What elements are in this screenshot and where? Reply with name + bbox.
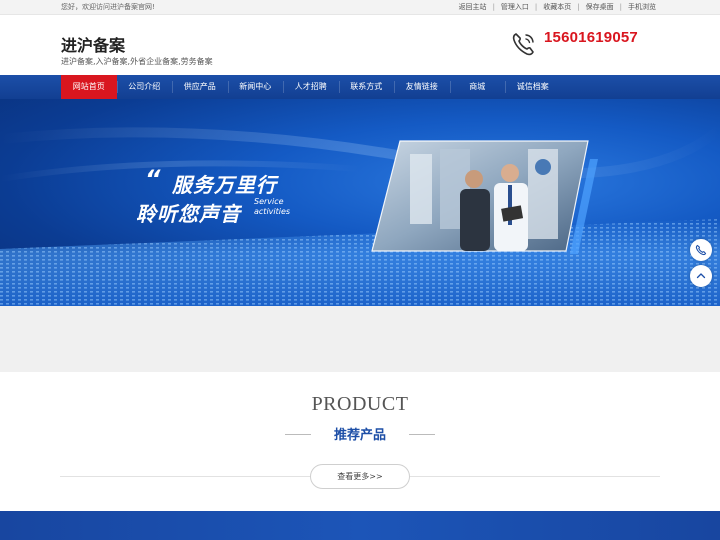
banner-background xyxy=(0,125,720,306)
top-link-separator: | xyxy=(619,3,622,11)
site-title[interactable]: 进沪备案 xyxy=(61,32,125,56)
welcome-text: 您好，欢迎访问进沪备案官网! xyxy=(61,3,155,11)
product-title-wrap: 推荐产品 xyxy=(0,424,720,444)
nav-item-products[interactable]: 供应产品 xyxy=(172,75,228,99)
nav-item-links[interactable]: 友情链接 xyxy=(394,75,450,99)
float-phone-button[interactable] xyxy=(690,239,712,261)
next-section-band xyxy=(0,511,720,540)
nav-item-news[interactable]: 新闻中心 xyxy=(227,75,284,99)
banner-slogan-line2: 聆听您声音 xyxy=(136,202,241,226)
nav-item-shop[interactable]: 商城 xyxy=(449,75,506,99)
banner-english-line2: activities xyxy=(254,207,291,216)
top-bar: 您好，欢迎访问进沪备案官网! 返回主站 | 管理入口 | 收藏本页 | 保存桌面… xyxy=(0,0,720,15)
product-title-en: PRODUCT xyxy=(311,393,409,415)
top-link-separator: | xyxy=(534,3,538,11)
site-subtitle: 进沪备案,入沪备案,外省企业备案,劳务备案 xyxy=(61,57,213,66)
nav-item-about[interactable]: 公司介绍 xyxy=(116,75,173,99)
top-link-bookmark[interactable]: 收藏本页 xyxy=(543,2,571,12)
top-link-desktop[interactable]: 保存桌面 xyxy=(586,2,614,12)
top-link-separator: | xyxy=(492,3,495,11)
banner-english-line1: Service xyxy=(254,197,284,206)
site-header: 进沪备案 进沪备案,入沪备案,外省企业备案,劳务备案 15601619057 xyxy=(0,15,720,75)
nav-item-contact[interactable]: 联系方式 xyxy=(338,75,395,99)
nav-item-jobs[interactable]: 人才招聘 xyxy=(283,75,339,99)
phone-number[interactable]: 15601619057 xyxy=(544,29,638,46)
top-links: 返回主站 | 管理入口 | 收藏本页 | 保存桌面 | 手机浏览 xyxy=(459,2,656,12)
nav-item-home[interactable]: 网站首页 xyxy=(61,75,117,99)
nav-item-credit[interactable]: 诚信档案 xyxy=(505,75,561,99)
view-more-button[interactable]: 查看更多>> xyxy=(310,464,410,489)
section-spacer xyxy=(0,306,720,372)
banner-slogan-line1: 服务万里行 xyxy=(172,173,277,197)
top-link-home[interactable]: 返回主站 xyxy=(459,2,487,12)
top-link-admin[interactable]: 管理入口 xyxy=(501,2,529,12)
top-link-mobile[interactable]: 手机浏览 xyxy=(628,2,656,12)
float-back-to-top-button[interactable] xyxy=(690,265,712,287)
banner-slogan-english: Service activities xyxy=(254,197,304,217)
hero-banner[interactable]: “ 服务万里行 聆听您声音 Service activities xyxy=(0,99,720,306)
main-nav: 网站首页 公司介绍 供应产品 新闻中心 人才招聘 联系方式 友情链接 商城 诚信… xyxy=(0,75,720,99)
phone-icon xyxy=(695,244,707,256)
phone-icon xyxy=(512,33,534,56)
chevron-up-icon xyxy=(696,273,706,279)
slogan-quote-mark: “ xyxy=(145,165,161,193)
nav-items: 网站首页 公司介绍 供应产品 新闻中心 人才招聘 联系方式 友情链接 商城 诚信… xyxy=(61,75,561,99)
title-divider-right xyxy=(409,434,435,435)
top-link-separator: | xyxy=(577,3,580,11)
product-title-cn: 推荐产品 xyxy=(333,428,386,443)
